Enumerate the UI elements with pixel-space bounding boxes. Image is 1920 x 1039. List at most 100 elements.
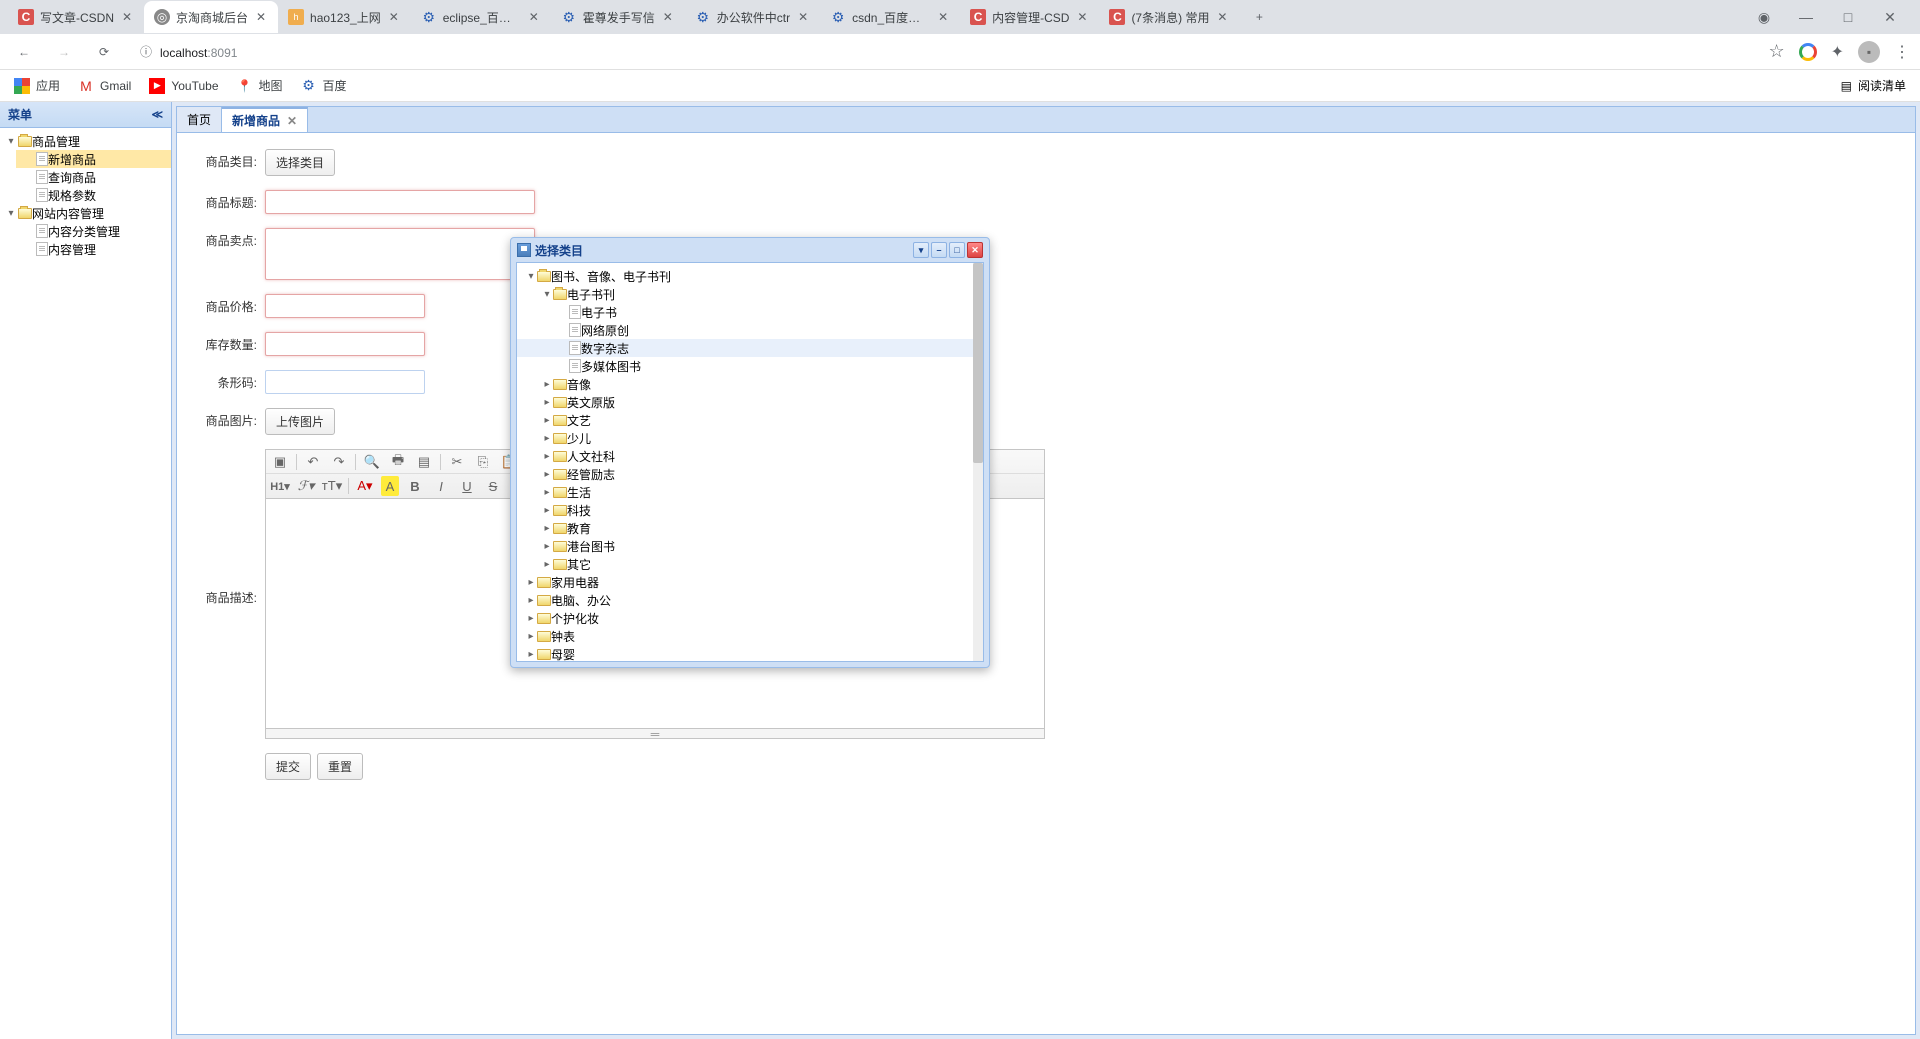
tab-close-icon[interactable]: ✕ [661,10,675,24]
template-icon[interactable]: ▤ [414,452,434,472]
browser-tab[interactable]: C内容管理-CSD✕ [960,1,1099,33]
upload-image-button[interactable]: 上传图片 [265,408,335,435]
forecolor-dropdown[interactable]: A▾ [355,476,375,496]
sidebar-item[interactable]: 规格参数 [16,186,171,204]
sidebar-folder[interactable]: ▾网站内容管理 [0,204,171,222]
category-folder[interactable]: ▾电子书刊 [517,285,983,303]
browser-tab[interactable]: ⚙eclipse_百度搜✕ [411,1,551,33]
dialog-close-button[interactable]: ✕ [967,242,983,258]
tree-toggle-icon[interactable] [557,343,569,354]
reset-button[interactable]: 重置 [317,753,363,780]
sidebar-collapse-icon[interactable]: ≪ [151,108,163,121]
youtube-bookmark[interactable]: ▶YouTube [149,78,218,94]
address-bar[interactable]: ⓘ localhost:8091 [130,38,1756,66]
tree-toggle-icon[interactable]: ▸ [541,559,553,570]
tree-toggle-icon[interactable] [557,361,569,372]
tree-toggle-icon[interactable]: ▸ [541,523,553,534]
reading-list-button[interactable]: ▤阅读清单 [1841,77,1906,94]
extension-icon[interactable] [1799,43,1817,61]
tree-toggle-icon[interactable]: ▸ [525,595,537,606]
page-tab-close-icon[interactable]: ✕ [287,114,297,128]
font-dropdown[interactable]: ℱ▾ [296,476,316,496]
baidu-bookmark[interactable]: ⚙百度 [301,77,347,94]
new-tab-button[interactable]: + [1245,3,1273,31]
source-icon[interactable]: ▣ [270,452,290,472]
tree-toggle-icon[interactable]: ▾ [525,271,537,282]
category-folder[interactable]: ▸个护化妆 [517,609,983,627]
redo-icon[interactable]: ↷ [329,452,349,472]
window-close-button[interactable]: ✕ [1878,5,1902,29]
price-input[interactable] [265,294,425,318]
italic-icon[interactable]: I [431,476,451,496]
category-item[interactable]: 多媒体图书 [517,357,983,375]
tree-toggle-icon[interactable]: ▸ [541,451,553,462]
sidebar-folder[interactable]: ▾商品管理 [0,132,171,150]
submit-button[interactable]: 提交 [265,753,311,780]
category-folder[interactable]: ▸教育 [517,519,983,537]
tree-toggle-icon[interactable]: ▾ [4,208,18,219]
tree-toggle-icon[interactable]: ▸ [541,397,553,408]
tree-toggle-icon[interactable]: ▸ [541,541,553,552]
category-item[interactable]: 电子书 [517,303,983,321]
site-info-icon[interactable]: ⓘ [140,43,152,60]
tree-toggle-icon[interactable]: ▸ [541,487,553,498]
cut-icon[interactable]: ✂ [447,452,467,472]
browser-tab[interactable]: hhao123_上网✕ [278,1,411,33]
sidebar-item[interactable]: 内容分类管理 [16,222,171,240]
browser-tab[interactable]: C写文章-CSDN✕ [8,1,144,33]
category-folder[interactable]: ▸音像 [517,375,983,393]
dialog-header[interactable]: 选择类目 ▾ – □ ✕ [511,238,989,262]
tree-toggle-icon[interactable]: ▸ [541,469,553,480]
profile-avatar[interactable]: ▪ [1858,41,1880,63]
sidebar-item[interactable]: 新增商品 [16,150,171,168]
nav-reload-button[interactable]: ⟳ [90,38,118,66]
nav-back-button[interactable]: ← [10,38,38,66]
bold-icon[interactable]: B [405,476,425,496]
browser-tab[interactable]: ⚙csdn_百度搜索✕ [820,1,960,33]
browser-tab[interactable]: ⚙霍尊发手写信✕ [551,1,685,33]
copy-icon[interactable]: ⎘ [473,452,493,472]
tree-toggle-icon[interactable]: ▸ [541,433,553,444]
strike-icon[interactable]: S [483,476,503,496]
tree-toggle-icon[interactable]: ▸ [525,577,537,588]
heading-dropdown[interactable]: H1▾ [270,476,290,496]
window-minimize-button[interactable]: — [1794,5,1818,29]
tree-toggle-icon[interactable]: ▸ [525,613,537,624]
undo-icon[interactable]: ↶ [303,452,323,472]
tab-close-icon[interactable]: ✕ [120,10,134,24]
window-maximize-button[interactable]: □ [1836,5,1860,29]
tree-toggle-icon[interactable]: ▾ [541,289,553,300]
scrollbar-thumb[interactable] [973,263,983,463]
sidebar-item[interactable]: 内容管理 [16,240,171,258]
title-input[interactable] [265,190,535,214]
tree-toggle-icon[interactable]: ▸ [541,505,553,516]
tab-close-icon[interactable]: ✕ [527,10,541,24]
tree-toggle-icon[interactable] [557,325,569,336]
category-folder[interactable]: ▸经管励志 [517,465,983,483]
fontsize-dropdown[interactable]: тT▾ [322,476,342,496]
tab-close-icon[interactable]: ✕ [1215,10,1229,24]
underline-icon[interactable]: U [457,476,477,496]
page-tab[interactable]: 首页 [177,107,222,132]
category-folder[interactable]: ▸其它 [517,555,983,573]
category-item[interactable]: 网络原创 [517,321,983,339]
category-folder[interactable]: ▸生活 [517,483,983,501]
tree-toggle-icon[interactable]: ▸ [525,631,537,642]
stock-input[interactable] [265,332,425,356]
extensions-button[interactable]: ✦ [1831,42,1844,62]
tab-close-icon[interactable]: ✕ [936,10,950,24]
dialog-maximize-button[interactable]: □ [949,242,965,258]
dialog-collapse-button[interactable]: ▾ [913,242,929,258]
category-folder[interactable]: ▸人文社科 [517,447,983,465]
bookmark-star-icon[interactable]: ☆ [1768,41,1784,62]
tree-toggle-icon[interactable]: ▾ [4,136,18,147]
category-folder[interactable]: ▸母婴 [517,645,983,661]
page-tab[interactable]: 新增商品✕ [222,107,308,132]
browser-tab[interactable]: C(7条消息) 常用✕ [1099,1,1239,33]
tab-close-icon[interactable]: ✕ [387,10,401,24]
dialog-scrollbar[interactable] [973,263,983,661]
browser-tab[interactable]: ◎京淘商城后台✕ [144,1,278,33]
editor-resize-handle[interactable]: ═ [265,729,1045,739]
maps-bookmark[interactable]: 📍地图 [237,77,283,94]
category-folder[interactable]: ▸港台图书 [517,537,983,555]
